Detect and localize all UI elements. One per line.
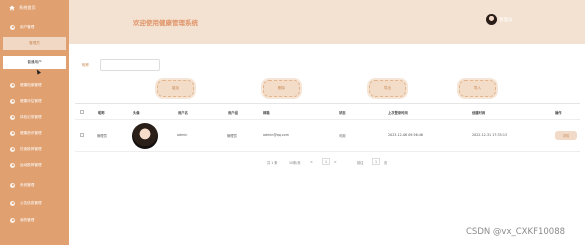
- select-all-checkbox[interactable]: [80, 110, 84, 114]
- menu-dot-icon: [10, 146, 15, 152]
- col-header-actions: 操作: [555, 111, 562, 115]
- add-button-label: 增加: [171, 86, 180, 90]
- cell-email: admin@qq.com: [263, 133, 289, 137]
- sidebar-item-label: 饮食推荐管理: [20, 146, 42, 151]
- delete-button[interactable]: 删除: [263, 80, 300, 97]
- user-avatar[interactable]: [486, 14, 497, 25]
- export-button-label: 导出: [383, 86, 392, 90]
- sidebar-item-label: 健康评估管理: [20, 98, 42, 103]
- pagination-next-button[interactable]: >: [334, 160, 337, 164]
- menu-dot-icon: [10, 98, 15, 104]
- pagination-page-1[interactable]: 1: [322, 158, 330, 165]
- pagination-goto-input[interactable]: 1: [372, 158, 380, 165]
- pagination-total: 共 1 条: [267, 161, 278, 165]
- sidebar-item-diet[interactable]: 饮食推荐管理: [0, 142, 69, 156]
- cell-status: 可用: [339, 134, 346, 138]
- col-header-group[interactable]: 用户组: [228, 110, 238, 115]
- sidebar-item-label: 我的管理: [20, 217, 35, 222]
- menu-dot-icon: [10, 182, 15, 188]
- sidebar-subitem-label: 普通用户: [27, 60, 42, 64]
- user-table: 昵称 头像 用户名 用户组 邮箱 状态 上次登录时间 创建时间 操作 管理员 a…: [75, 103, 580, 152]
- sidebar-item-health-record[interactable]: 健康档案管理: [0, 78, 69, 92]
- search-input[interactable]: [100, 59, 160, 71]
- sidebar-subitem-label: 管理员: [29, 41, 40, 45]
- import-button-label: 导入: [473, 86, 482, 90]
- sidebar-item-label: 用户管理: [20, 24, 35, 29]
- col-header-email[interactable]: 邮箱: [263, 110, 270, 115]
- sidebar: 系统首页 用户管理 管理员 普通用户 健康档案管理 健康评估管理 体检记录管理 …: [0, 0, 69, 245]
- cell-username: admin: [177, 133, 188, 137]
- sidebar-item-user-management[interactable]: 用户管理: [0, 20, 69, 34]
- page-title: 欢迎使用健康管理系统: [133, 19, 198, 27]
- add-button[interactable]: 增加: [157, 80, 194, 97]
- col-header-last-login[interactable]: 上次登录时间: [388, 110, 408, 115]
- detail-button[interactable]: 详情: [555, 131, 577, 140]
- cell-last-login: 2023-12-06 09:56:46: [388, 133, 424, 137]
- sidebar-subitem-admin[interactable]: 管理员: [3, 37, 66, 50]
- col-header-avatar: 头像: [133, 111, 140, 115]
- header-username[interactable]: 管理员: [499, 17, 513, 23]
- menu-dot-icon: [10, 200, 15, 206]
- menu-dot-icon: [10, 162, 15, 168]
- sidebar-item-exercise[interactable]: 运动推荐管理: [0, 158, 69, 172]
- sidebar-item-checkup[interactable]: 体检记录管理: [0, 110, 69, 124]
- sidebar-item-label: 健康档案管理: [20, 82, 42, 87]
- search-label: 昵称: [82, 63, 89, 67]
- sidebar-item-label: 运动推荐管理: [20, 162, 42, 167]
- top-header: 欢迎使用健康管理系统 管理员: [69, 0, 585, 44]
- pagination-goto-label: 前往: [357, 161, 364, 165]
- sidebar-item-health-news[interactable]: 健康资讯管理: [0, 126, 69, 140]
- cell-nickname: 管理员: [97, 134, 107, 138]
- col-header-status[interactable]: 状态: [339, 110, 346, 115]
- row-checkbox[interactable]: [80, 133, 84, 137]
- menu-dot-icon: [10, 24, 15, 30]
- sidebar-item-notice[interactable]: 公告信息管理: [0, 196, 69, 210]
- pagination-prev-button[interactable]: <: [310, 160, 313, 164]
- export-button[interactable]: 导出: [369, 80, 406, 97]
- cell-avatar: [132, 123, 158, 149]
- watermark: CSDN @vx_CXKF10088: [466, 227, 566, 237]
- table-header: 昵称 头像 用户名 用户组 邮箱 状态 上次登录时间 创建时间 操作: [75, 104, 580, 120]
- mouse-cursor-icon: [35, 68, 41, 75]
- sidebar-item-mine[interactable]: 我的管理: [0, 213, 69, 227]
- menu-dot-icon: [10, 130, 15, 136]
- menu-dot-icon: [10, 82, 15, 88]
- sidebar-item-health-assessment[interactable]: 健康评估管理: [0, 94, 69, 108]
- home-icon: [9, 5, 15, 11]
- menu-dot-icon: [10, 114, 15, 120]
- col-header-username[interactable]: 用户名: [178, 110, 188, 115]
- col-header-created[interactable]: 创建时间: [472, 110, 485, 115]
- sidebar-item-label: 健康资讯管理: [20, 130, 42, 135]
- col-header-nickname: 昵称: [98, 111, 105, 115]
- detail-button-label: 详情: [562, 134, 570, 138]
- cell-created: 2022-12-31 17:35:13: [472, 133, 508, 137]
- sidebar-item-label: 系统管理: [20, 182, 35, 187]
- sidebar-home-label: 系统首页: [19, 5, 36, 10]
- pagination-unit-label: 页: [384, 161, 388, 165]
- sidebar-item-label: 公告信息管理: [20, 200, 42, 205]
- sidebar-item-label: 体检记录管理: [20, 114, 42, 119]
- cell-group: 管理员: [227, 134, 237, 138]
- sidebar-item-system[interactable]: 系统管理: [0, 178, 69, 192]
- menu-dot-icon: [10, 217, 15, 223]
- delete-button-label: 删除: [277, 86, 286, 90]
- sidebar-subitem-normal-user[interactable]: 普通用户: [3, 56, 66, 69]
- import-button[interactable]: 导入: [459, 80, 496, 97]
- pagination-page-size[interactable]: 10条/页: [289, 160, 301, 165]
- sidebar-home[interactable]: 系统首页: [0, 0, 69, 16]
- table-row: 管理员 admin 管理员 admin@qq.com 可用 2023-12-06…: [75, 120, 580, 152]
